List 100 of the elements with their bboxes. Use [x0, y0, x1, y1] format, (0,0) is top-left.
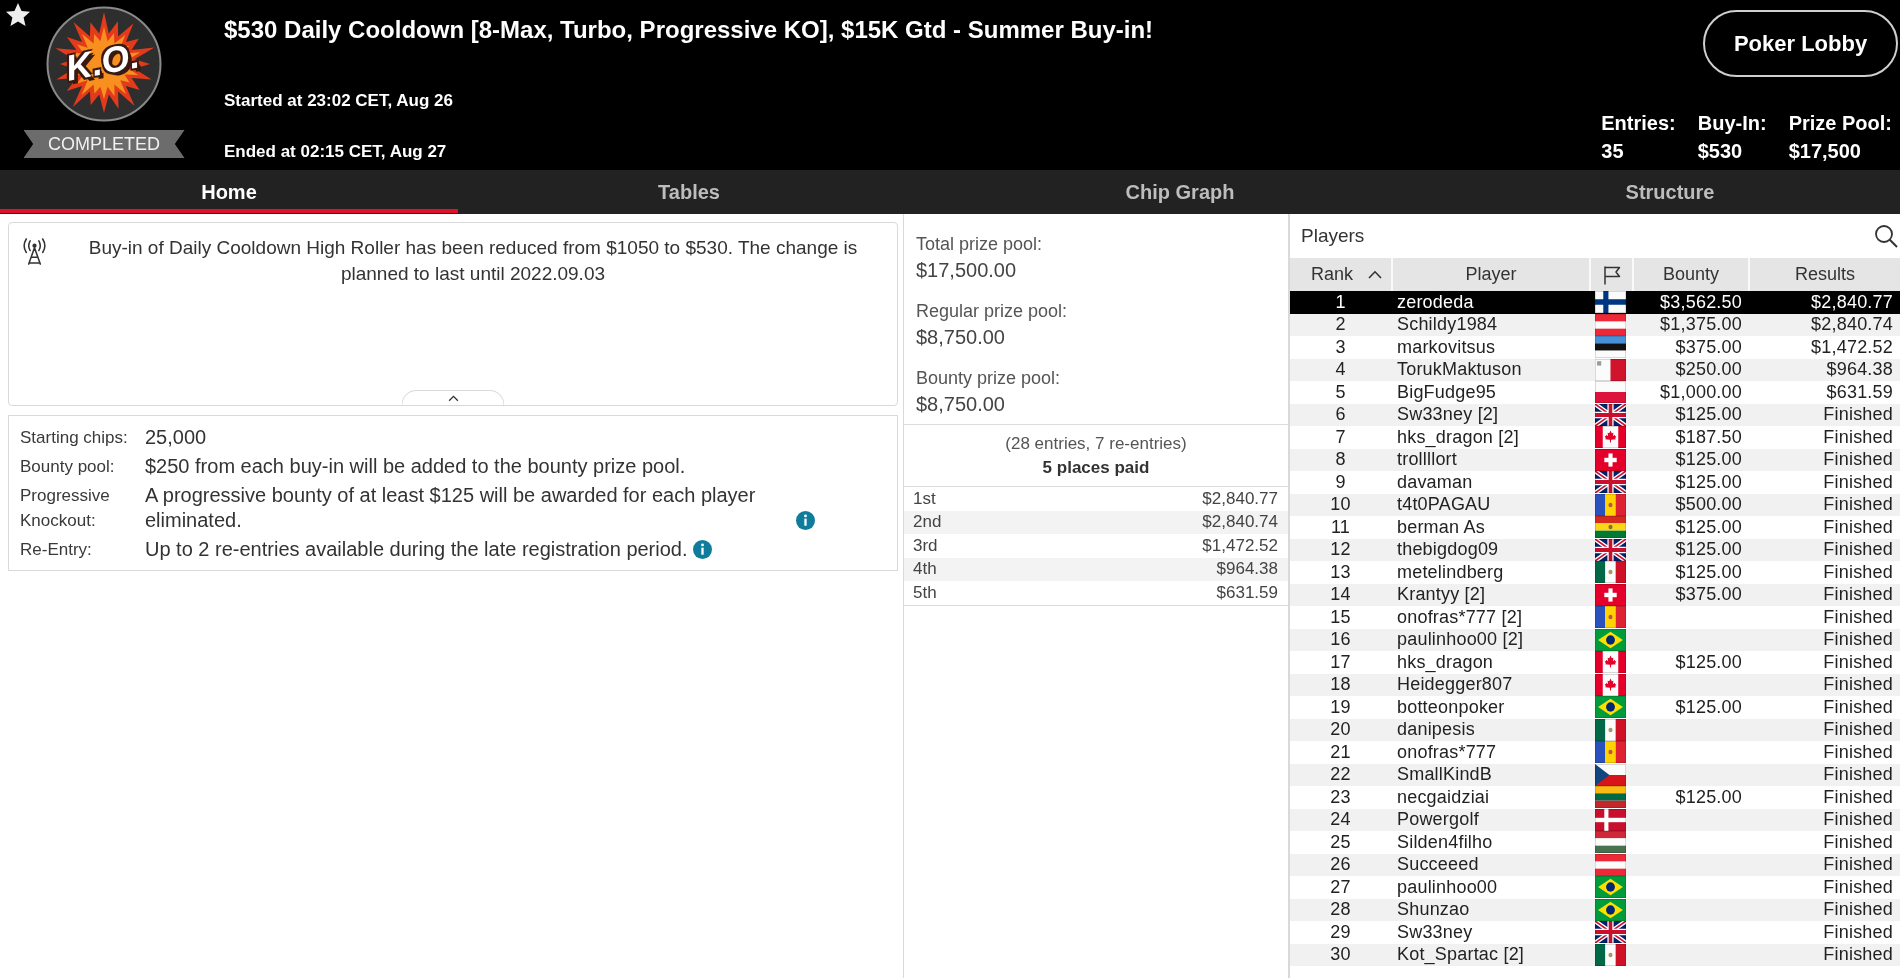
table-row[interactable]: 2 Schildy1984 $1,375.00 $2,840.74 [1290, 313, 1900, 336]
column-header[interactable]: Rank [1290, 258, 1391, 291]
bounty-amount: $250.00 [1674, 359, 1743, 381]
bounty-amount: $125.00 [1674, 449, 1743, 471]
result-text: Finished [1822, 606, 1894, 628]
flag-icon [1595, 741, 1626, 764]
tab[interactable]: Home [0, 170, 458, 213]
table-row[interactable]: 10 t4t0PAGAU $500.00 Finished [1290, 493, 1900, 516]
table-row[interactable]: 4 TorukMaktuson $250.00 $964.38 [1290, 358, 1900, 381]
payout-amount: $1,472.52 [1202, 535, 1278, 556]
result-text: Finished [1822, 831, 1894, 853]
table-row[interactable]: 1 zerodeda $3,562.50 $2,840.77 [1290, 291, 1900, 314]
result-text: Finished [1822, 561, 1894, 583]
result-text: Finished [1822, 539, 1894, 561]
player-name: Krantyy [2] [1396, 584, 1487, 606]
bounty-amount: $125.00 [1674, 516, 1743, 538]
table-row[interactable]: 14 Krantyy [2] $375.00 Finished [1290, 583, 1900, 606]
table-row[interactable]: 6 Sw33ney [2] $125.00 Finished [1290, 403, 1900, 426]
poker-lobby-button[interactable]: Poker Lobby [1703, 10, 1898, 77]
table-row[interactable]: 30 Kot_Spartac [2] Finished [1290, 943, 1900, 966]
table-row[interactable]: 18 Heidegger807 Finished [1290, 673, 1900, 696]
status-banner: COMPLETED [23, 130, 185, 158]
table-row[interactable]: 28 Shunzao Finished [1290, 898, 1900, 921]
table-row[interactable]: 16 paulinhoo00 [2] Finished [1290, 628, 1900, 651]
stat-label: Entries: [1601, 111, 1676, 135]
column-header[interactable]: Results [1748, 258, 1900, 291]
player-name: hks_dragon [1396, 651, 1495, 673]
bounty-amount: $3,562.50 [1659, 291, 1743, 313]
result-text: $964.38 [1825, 359, 1894, 381]
places-paid-text: 5 places paid [1041, 457, 1151, 479]
pool-amount: $8,750.00 [916, 325, 1006, 350]
rank-text: 18 [1329, 674, 1352, 696]
flag-icon [1595, 606, 1626, 629]
result-text: Finished [1822, 944, 1894, 966]
result-text: Finished [1822, 516, 1894, 538]
rank-text: 5 [1334, 381, 1347, 403]
tab[interactable]: Structure [1440, 170, 1900, 213]
panel-title: Players [1301, 225, 1365, 247]
rank-text: 27 [1329, 876, 1352, 898]
tab[interactable]: Tables [458, 170, 920, 213]
rank-text: 26 [1329, 854, 1352, 876]
detail-label: Starting chips: [20, 427, 129, 449]
flag-icon [1595, 403, 1626, 426]
player-name: paulinhoo00 [2] [1396, 629, 1525, 651]
player-name: markovitsus [1396, 336, 1497, 358]
player-name: zerodeda [1396, 291, 1475, 313]
result-text: $631.59 [1825, 381, 1894, 403]
info-icon[interactable] [796, 511, 815, 530]
player-name: hks_dragon [2] [1396, 426, 1520, 448]
result-text: Finished [1822, 786, 1894, 808]
player-name: Heidegger807 [1396, 674, 1514, 696]
chevron-up-icon [447, 394, 459, 402]
pool-amount: $17,500.00 [916, 258, 1018, 283]
column-header[interactable] [1589, 258, 1632, 291]
player-name: metelindberg [1396, 561, 1505, 583]
column-header[interactable]: Player [1391, 258, 1589, 291]
result-text: Finished [1822, 651, 1894, 673]
rank-text: 6 [1334, 404, 1347, 426]
rank-text: 12 [1329, 539, 1352, 561]
rank-text: 16 [1329, 629, 1352, 651]
player-name: paulinhoo00 [1396, 876, 1499, 898]
result-text: $2,840.77 [1810, 291, 1894, 313]
table-row[interactable]: 8 trollllort $125.00 Finished [1290, 448, 1900, 471]
rank-text: 10 [1329, 494, 1352, 516]
flag-icon [1595, 381, 1626, 404]
tab[interactable]: Chip Graph [920, 170, 1440, 213]
player-name: Sw33ney [1396, 921, 1474, 943]
rank-text: 2 [1334, 314, 1347, 336]
player-name: onofras*777 [1396, 741, 1498, 763]
rank-text: 11 [1329, 516, 1352, 538]
rank-text: 25 [1329, 831, 1352, 853]
search-icon[interactable] [1874, 224, 1898, 248]
result-text: Finished [1822, 629, 1894, 651]
table-row[interactable]: 12 thebigdog09 $125.00 Finished [1290, 538, 1900, 561]
table-row[interactable]: 22 SmallKindB Finished [1290, 763, 1900, 786]
result-text: Finished [1822, 449, 1894, 471]
collapse-toggle[interactable] [401, 390, 505, 405]
player-name: thebigdog09 [1396, 539, 1500, 561]
info-icon[interactable] [692, 540, 712, 559]
rank-text: 14 [1329, 584, 1352, 606]
player-name: berman As [1396, 516, 1486, 538]
bounty-amount: $125.00 [1674, 561, 1743, 583]
start-time: Started at 23:02 CET, Aug 26 [224, 90, 454, 112]
flag-icon [1595, 921, 1626, 944]
flag-icon [1595, 718, 1626, 741]
flag-icon [1595, 808, 1626, 831]
bounty-amount: $125.00 [1674, 404, 1743, 426]
payout-amount: $631.59 [1216, 582, 1278, 603]
table-row[interactable]: 20 danipesis Finished [1290, 718, 1900, 741]
table-row[interactable]: 24 Powergolf Finished [1290, 808, 1900, 831]
player-name: onofras*777 [2] [1396, 606, 1524, 628]
pool-label: Regular prize pool: [916, 300, 1069, 322]
player-name: Schildy1984 [1396, 314, 1499, 336]
result-text: Finished [1822, 741, 1894, 763]
bounty-amount: $1,000.00 [1659, 381, 1743, 403]
bounty-amount: $1,375.00 [1659, 314, 1743, 336]
star-icon[interactable] [6, 3, 30, 26]
table-row[interactable]: 26 Succeeed Finished [1290, 853, 1900, 876]
column-header[interactable]: Bounty [1632, 258, 1748, 291]
rank-text: 21 [1329, 741, 1352, 763]
